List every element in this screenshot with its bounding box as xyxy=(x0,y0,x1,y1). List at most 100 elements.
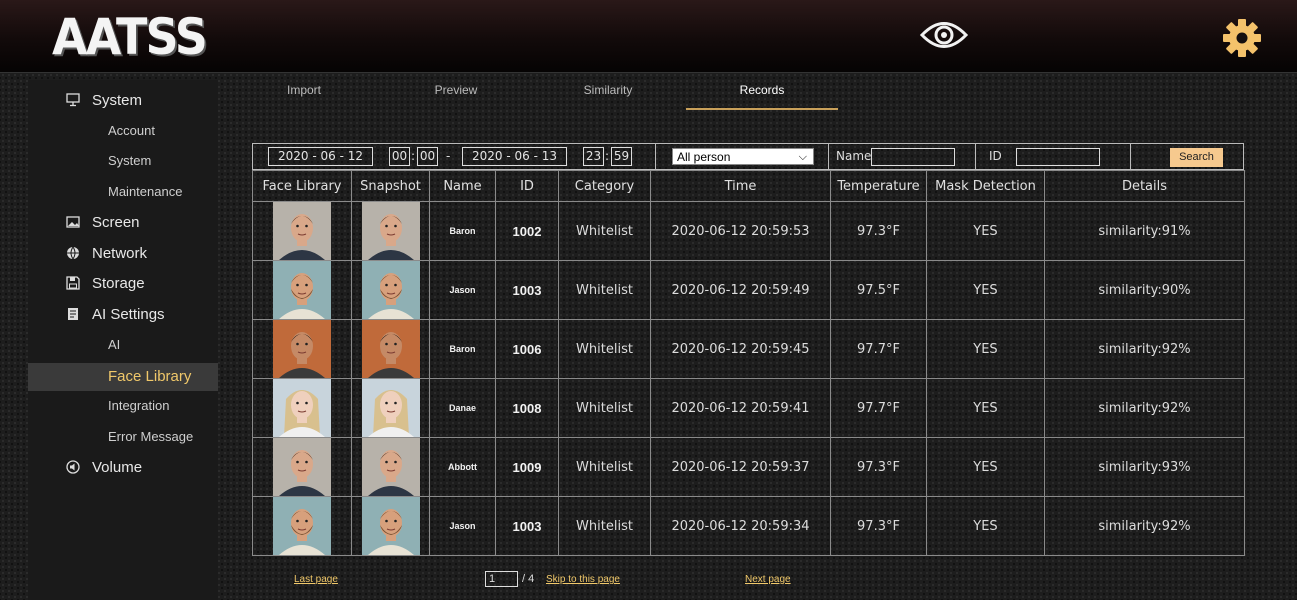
name-cell: Abbott xyxy=(429,437,496,497)
table-row[interactable]: Jason 1003 Whitelist 2020-06-12 20:59:49 97.… xyxy=(252,260,1245,320)
column-header: Name xyxy=(429,170,496,202)
name-input[interactable] xyxy=(871,148,955,166)
column-header: Temperature xyxy=(830,170,927,202)
person-select-value: All person xyxy=(677,150,731,164)
face-library-cell xyxy=(252,319,352,379)
details-cell: similarity:92% xyxy=(1044,319,1245,379)
sidebar-item-label: Screen xyxy=(92,214,140,231)
sidebar-item-network[interactable]: Network xyxy=(28,239,218,269)
snapshot-cell xyxy=(351,260,430,320)
mask-detection-cell: YES xyxy=(926,260,1045,320)
tab-preview[interactable]: Preview xyxy=(416,72,496,108)
globe-icon xyxy=(67,246,79,260)
sidebar-item-label: AI xyxy=(108,337,121,352)
name-cell: Jason xyxy=(429,496,496,556)
speaker-icon xyxy=(66,460,80,474)
main-content: Import Preview Similarity Records 2020 -… xyxy=(226,72,1297,600)
sidebar-item-label: Integration xyxy=(108,398,170,413)
sidebar-item-account[interactable]: Account xyxy=(28,117,218,145)
sidebar-item-ai[interactable]: AI xyxy=(28,331,218,359)
sidebar-item-error-message[interactable]: Error Message xyxy=(28,423,218,451)
sidebar: System Account System Maintenance Screen… xyxy=(28,80,218,600)
start-minute-field[interactable]: 00 xyxy=(417,147,438,166)
category-cell: Whitelist xyxy=(558,378,651,438)
records-table: Face Library Snapshot Name ID Category T… xyxy=(252,170,1245,556)
filter-bar: 2020 - 06 - 12 00 : 00 - 2020 - 06 - 13 … xyxy=(252,143,1244,170)
sidebar-item-system[interactable]: System xyxy=(28,86,218,116)
table-row[interactable]: Baron 1006 Whitelist 2020-06-12 20:59:45 97.… xyxy=(252,319,1245,379)
face-photo xyxy=(361,202,420,260)
sidebar-item-volume[interactable]: Volume xyxy=(28,453,218,483)
name-label: Name xyxy=(836,149,872,163)
start-date-field[interactable]: 2020 - 06 - 12 xyxy=(268,147,373,166)
skip-to-page-link[interactable]: Skip to this page xyxy=(546,574,620,585)
time-colon: : xyxy=(411,149,416,163)
table-row[interactable]: Jason 1003 Whitelist 2020-06-12 20:59:34 97.… xyxy=(252,496,1245,556)
start-hour-field[interactable]: 00 xyxy=(389,147,410,166)
id-cell: 1003 xyxy=(495,260,559,320)
face-photo xyxy=(273,261,331,319)
table-row[interactable]: Danae 1008 Whitelist 2020-06-12 20:59:41 97.… xyxy=(252,378,1245,438)
details-cell: similarity:92% xyxy=(1044,378,1245,438)
page-number-input[interactable]: 1 xyxy=(485,571,518,587)
time-cell: 2020-06-12 20:59:49 xyxy=(650,260,831,320)
id-cell: 1002 xyxy=(495,201,559,261)
face-photo xyxy=(273,497,331,555)
sidebar-item-label: System xyxy=(92,92,143,109)
sidebar-item-label: AI Settings xyxy=(92,306,165,323)
temperature-cell: 97.7°F xyxy=(830,319,927,379)
face-photo xyxy=(273,438,331,496)
last-page-link[interactable]: Last page xyxy=(294,574,338,585)
id-input[interactable] xyxy=(1016,148,1100,166)
details-cell: similarity:91% xyxy=(1044,201,1245,261)
save-icon xyxy=(66,276,80,290)
table-header-row: Face Library Snapshot Name ID Category T… xyxy=(252,170,1245,202)
range-dash: - xyxy=(446,149,451,163)
face-library-cell xyxy=(252,437,352,497)
sidebar-item-label: Network xyxy=(92,245,148,262)
sidebar-item-screen[interactable]: Screen xyxy=(28,208,218,238)
sidebar-item-storage[interactable]: Storage xyxy=(28,269,218,299)
name-cell: Baron xyxy=(429,319,496,379)
column-header: Snapshot xyxy=(351,170,430,202)
end-minute-field[interactable]: 59 xyxy=(611,147,632,166)
tab-similarity[interactable]: Similarity xyxy=(568,72,648,108)
tab-bar: Import Preview Similarity Records xyxy=(226,72,1297,110)
page-total: / 4 xyxy=(522,573,535,585)
snapshot-cell xyxy=(351,496,430,556)
sidebar-item-ai-settings[interactable]: AI Settings xyxy=(28,300,218,330)
time-cell: 2020-06-12 20:59:45 xyxy=(650,319,831,379)
sidebar-item-face-library[interactable]: Face Library xyxy=(28,363,218,391)
mask-detection-cell: YES xyxy=(926,378,1045,438)
mask-detection-cell: YES xyxy=(926,319,1045,379)
category-cell: Whitelist xyxy=(558,201,651,261)
face-photo xyxy=(361,320,420,378)
id-cell: 1003 xyxy=(495,496,559,556)
search-button[interactable]: Search xyxy=(1170,148,1223,167)
mask-detection-cell: YES xyxy=(926,201,1045,261)
app-logo: AATSS xyxy=(52,8,208,66)
eye-icon[interactable] xyxy=(920,18,968,52)
time-cell: 2020-06-12 20:59:34 xyxy=(650,496,831,556)
id-cell: 1008 xyxy=(495,378,559,438)
table-row[interactable]: Baron 1002 Whitelist 2020-06-12 20:59:53 97.… xyxy=(252,201,1245,261)
end-hour-field[interactable]: 23 xyxy=(583,147,604,166)
category-cell: Whitelist xyxy=(558,319,651,379)
sidebar-item-integration[interactable]: Integration xyxy=(28,392,218,420)
temperature-cell: 97.3°F xyxy=(830,437,927,497)
person-select[interactable]: All person ⌵ xyxy=(672,148,814,165)
tab-import[interactable]: Import xyxy=(264,72,344,108)
name-cell: Danae xyxy=(429,378,496,438)
end-date-field[interactable]: 2020 - 06 - 13 xyxy=(462,147,567,166)
column-header: Face Library xyxy=(252,170,352,202)
sidebar-item-maintenance[interactable]: Maintenance xyxy=(28,178,218,206)
table-row[interactable]: Abbott 1009 Whitelist 2020-06-12 20:59:37 97… xyxy=(252,437,1245,497)
mask-detection-cell: YES xyxy=(926,437,1045,497)
sidebar-item-label: Error Message xyxy=(108,429,194,444)
next-page-link[interactable]: Next page xyxy=(745,574,791,585)
tab-records[interactable]: Records xyxy=(686,72,838,110)
gear-icon[interactable] xyxy=(1222,18,1262,58)
time-cell: 2020-06-12 20:59:37 xyxy=(650,437,831,497)
image-icon xyxy=(66,216,80,228)
sidebar-item-system-sub[interactable]: System xyxy=(28,147,218,175)
